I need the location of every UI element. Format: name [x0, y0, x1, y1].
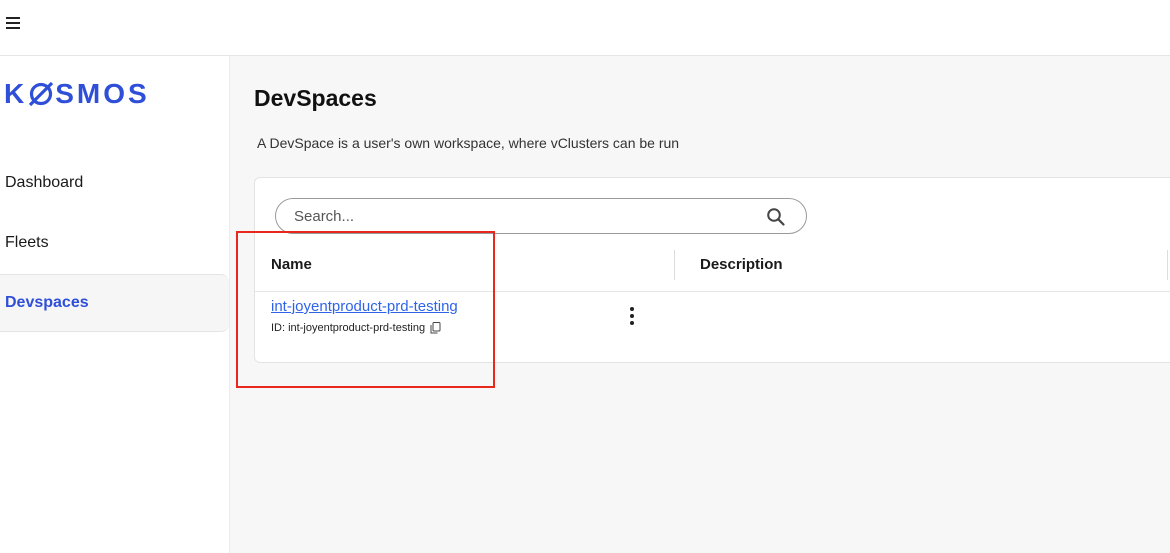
copy-icon[interactable] [430, 322, 441, 334]
menu-icon[interactable] [6, 16, 22, 32]
sidebar: K SMOS Dashboard Fleets Devspaces [0, 56, 230, 553]
search-bar[interactable] [275, 198, 807, 234]
main-content: DevSpaces A DevSpace is a user's own wor… [230, 56, 1170, 553]
sidebar-item-fleets[interactable]: Fleets [0, 214, 229, 272]
column-header-description[interactable]: Description [700, 236, 783, 292]
sidebar-item-label: Dashboard [5, 174, 84, 191]
logo-text-right: SMOS [55, 78, 150, 109]
devspace-name-link[interactable]: int-joyentproduct-prd-testing [271, 298, 458, 315]
kosmos-logo[interactable]: K SMOS [4, 78, 150, 110]
page-title: DevSpaces [254, 85, 377, 111]
kebab-menu-icon[interactable] [627, 307, 637, 327]
column-header-name[interactable]: Name [271, 236, 312, 292]
devspace-id: ID: int-joyentproduct-prd-testing [271, 322, 441, 334]
table-row: int-joyentproduct-prd-testing ID: int-jo… [255, 292, 1170, 362]
devspace-id-text: ID: int-joyentproduct-prd-testing [271, 322, 426, 334]
logo-text-left: K [4, 78, 28, 109]
devspaces-table-card: Name Description int-joyentproduct-prd-t… [254, 177, 1170, 363]
top-bar [0, 0, 1170, 56]
search-icon[interactable] [766, 207, 786, 227]
search-input[interactable] [294, 207, 734, 225]
table-header: Name Description [255, 236, 1170, 292]
column-divider [674, 250, 675, 280]
sidebar-item-label: Devspaces [5, 294, 89, 311]
column-divider [1167, 250, 1168, 280]
sidebar-item-label: Fleets [5, 234, 49, 251]
logo-o-mark-icon [29, 81, 54, 107]
page-description: A DevSpace is a user's own workspace, wh… [257, 135, 680, 151]
sidebar-item-dashboard[interactable]: Dashboard [0, 154, 229, 212]
sidebar-item-devspaces[interactable]: Devspaces [0, 274, 229, 332]
